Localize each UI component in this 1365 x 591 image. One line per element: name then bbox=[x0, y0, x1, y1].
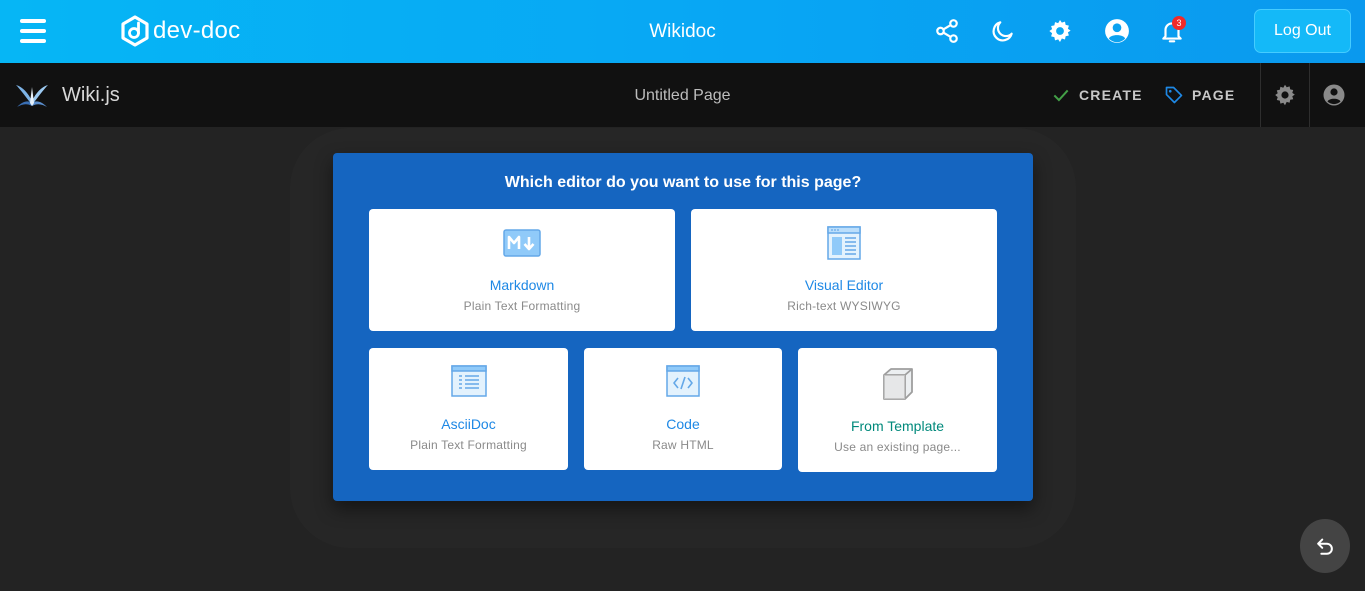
header-divider bbox=[1309, 63, 1310, 127]
dev-doc-logo[interactable]: dev-doc bbox=[119, 14, 240, 48]
editor-title: Markdown bbox=[489, 277, 555, 293]
header-divider bbox=[1260, 63, 1261, 127]
admin-gear-icon[interactable] bbox=[1273, 83, 1297, 107]
bell-icon[interactable]: 3 bbox=[1158, 16, 1186, 45]
dev-doc-logo-icon bbox=[121, 15, 149, 47]
editor-title: From Template bbox=[850, 418, 945, 434]
editor-title: Visual Editor bbox=[804, 277, 884, 293]
page-title: Untitled Page bbox=[634, 87, 731, 104]
page-label: PAGE bbox=[1192, 87, 1236, 103]
editor-subtitle: Rich-text WYSIWYG bbox=[787, 299, 901, 313]
logout-button[interactable]: Log Out bbox=[1254, 9, 1351, 53]
top-app-bar: dev-doc Wikidoc 3 Log Out bbox=[0, 0, 1365, 63]
editor-card-asciidoc[interactable]: AsciiDoc Plain Text Formatting bbox=[369, 348, 568, 470]
editor-subtitle: Raw HTML bbox=[652, 438, 714, 452]
asciidoc-icon bbox=[450, 365, 487, 397]
page-properties-button[interactable]: PAGE bbox=[1164, 83, 1235, 107]
wiki-header: Wiki.js Untitled Page CREATE PAGE bbox=[0, 63, 1365, 127]
undo-icon bbox=[1317, 538, 1333, 555]
wiki-name[interactable]: Wiki.js bbox=[62, 84, 120, 107]
user-account-icon[interactable] bbox=[1322, 83, 1346, 107]
create-button[interactable]: CREATE bbox=[1051, 83, 1143, 107]
editor-title: Code bbox=[666, 416, 700, 432]
gear-icon[interactable] bbox=[1046, 17, 1074, 45]
tag-icon bbox=[1165, 86, 1183, 104]
logo-text: dev-doc bbox=[153, 17, 241, 44]
visual-editor-icon bbox=[827, 226, 861, 260]
account-icon[interactable] bbox=[1103, 17, 1131, 45]
menu-icon[interactable] bbox=[20, 19, 46, 43]
cube-icon bbox=[882, 368, 913, 400]
moon-icon[interactable] bbox=[989, 17, 1017, 45]
editor-card-from-template[interactable]: From Template Use an existing page... bbox=[798, 348, 997, 472]
editor-title: AsciiDoc bbox=[441, 416, 496, 432]
editor-subtitle: Use an existing page... bbox=[834, 440, 961, 454]
editor-subtitle: Plain Text Formatting bbox=[410, 438, 527, 452]
share-icon[interactable] bbox=[933, 17, 961, 45]
editor-subtitle: Plain Text Formatting bbox=[463, 299, 581, 313]
code-icon bbox=[666, 365, 700, 397]
editor-card-code[interactable]: Code Raw HTML bbox=[584, 348, 782, 470]
undo-button[interactable] bbox=[1300, 519, 1350, 573]
create-label: CREATE bbox=[1079, 87, 1143, 103]
check-icon bbox=[1053, 89, 1069, 102]
markdown-icon bbox=[503, 229, 541, 257]
editor-card-markdown[interactable]: Markdown Plain Text Formatting bbox=[369, 209, 675, 331]
editor-selection-dialog: Which editor do you want to use for this… bbox=[333, 153, 1033, 501]
dialog-question: Which editor do you want to use for this… bbox=[504, 174, 862, 191]
wiki-logo-icon[interactable] bbox=[14, 79, 50, 111]
notification-badge: 3 bbox=[1172, 16, 1186, 30]
editor-card-visual-editor[interactable]: Visual Editor Rich-text WYSIWYG bbox=[691, 209, 997, 331]
